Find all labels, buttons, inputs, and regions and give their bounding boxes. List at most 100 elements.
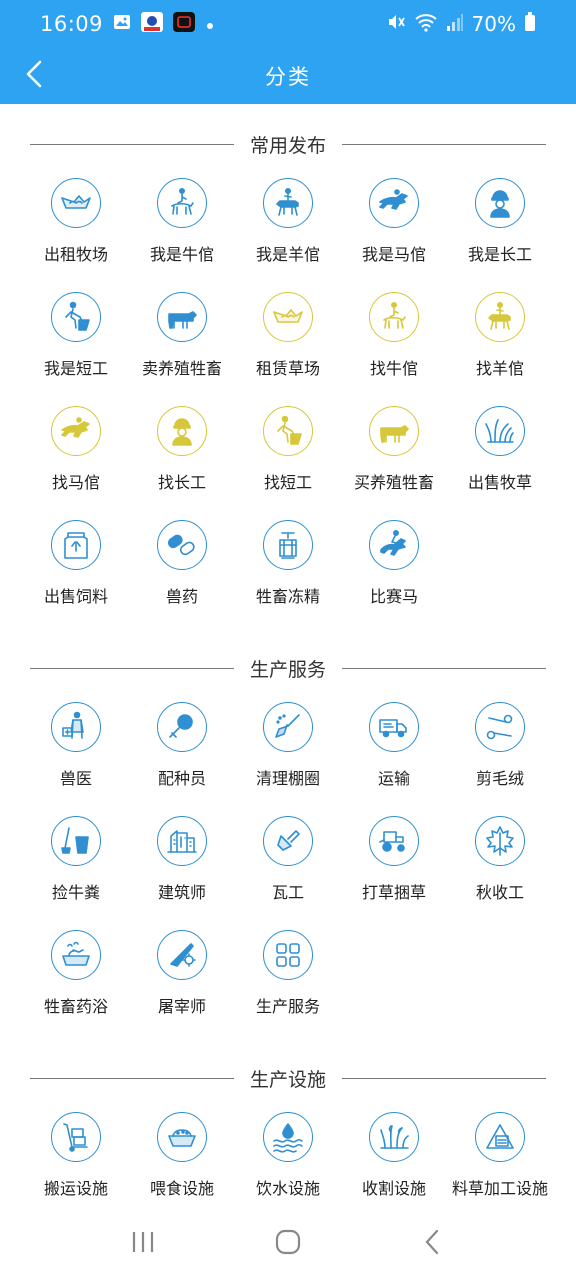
- category-item[interactable]: 牲畜药浴: [23, 924, 129, 1038]
- category-label: 牲畜药浴: [43, 997, 108, 1016]
- category-item[interactable]: 建筑师: [129, 810, 235, 924]
- section: 生产设施 搬运设施 喂食设施 饮水设施 收割设施 料草加工设施: [0, 1058, 576, 1208]
- harvest-icon: [369, 1112, 419, 1162]
- status-bar: 16:09 70%: [0, 0, 576, 48]
- category-grid: 搬运设施 喂食设施 饮水设施 收割设施 料草加工设施: [0, 1106, 576, 1208]
- signal-icon: [446, 12, 464, 37]
- battery-level: 70%: [471, 12, 516, 36]
- category-item[interactable]: 牲畜冻精: [235, 514, 341, 628]
- pasture-icon: [263, 292, 313, 342]
- bath-icon: [51, 930, 101, 980]
- category-item[interactable]: 秋收工: [447, 810, 553, 924]
- feed-bag-icon: [51, 520, 101, 570]
- category-item[interactable]: 料草加工设施: [447, 1106, 553, 1208]
- section: 生产服务 兽医 配种员 清理棚圈 运输 剪毛绒 捡牛粪 建筑师 瓦工 打草捆草 …: [0, 648, 576, 1038]
- category-item[interactable]: 剪毛绒: [447, 696, 553, 810]
- recent-apps-button[interactable]: [113, 1214, 173, 1274]
- category-item[interactable]: 兽医: [23, 696, 129, 810]
- gallery-icon: [113, 12, 131, 36]
- category-item[interactable]: 找马倌: [23, 400, 129, 514]
- status-time: 16:09: [40, 12, 104, 36]
- category-label: 清理棚圈: [255, 769, 320, 788]
- section-title: 生产服务: [250, 658, 327, 681]
- category-item[interactable]: 我是长工: [447, 172, 553, 286]
- category-item[interactable]: 喂食设施: [129, 1106, 235, 1208]
- chevron-left-icon: [23, 59, 45, 93]
- worker-icon: [157, 406, 207, 456]
- category-item[interactable]: 我是短工: [23, 286, 129, 400]
- category-item[interactable]: 找长工: [129, 400, 235, 514]
- divider: [342, 667, 547, 669]
- category-item[interactable]: 租赁草场: [235, 286, 341, 400]
- category-item[interactable]: 我是羊倌: [235, 172, 341, 286]
- category-label: 我是长工: [467, 245, 532, 264]
- wifi-icon: [414, 12, 438, 37]
- recent-apps-icon: [129, 1229, 157, 1259]
- page-title: 分类: [265, 65, 311, 89]
- category-item[interactable]: 饮水设施: [235, 1106, 341, 1208]
- category-label: 出租牧场: [43, 245, 108, 264]
- category-grid: 兽医 配种员 清理棚圈 运输 剪毛绒 捡牛粪 建筑师 瓦工 打草捆草 秋收工 牲…: [0, 696, 576, 1038]
- category-item[interactable]: 我是牛倌: [129, 172, 235, 286]
- back-button[interactable]: [14, 56, 54, 96]
- category-item[interactable]: 瓦工: [235, 810, 341, 924]
- category-item[interactable]: 配种员: [129, 696, 235, 810]
- category-item[interactable]: 找牛倌: [341, 286, 447, 400]
- broom-icon: [263, 702, 313, 752]
- section: 常用发布 出租牧场 我是牛倌 我是羊倌 我是马倌 我是长工 我是短工 卖养殖牲畜…: [0, 124, 576, 628]
- category-item[interactable]: 清理棚圈: [235, 696, 341, 810]
- category-item[interactable]: 运输: [341, 696, 447, 810]
- grid-icon: [263, 930, 313, 980]
- category-item[interactable]: 兽药: [129, 514, 235, 628]
- category-label: 我是马倌: [361, 245, 426, 264]
- screen-record-icon: [173, 11, 196, 37]
- category-label: 我是短工: [43, 359, 108, 378]
- category-item[interactable]: 搬运设施: [23, 1106, 129, 1208]
- category-label: 租赁草场: [255, 359, 320, 378]
- system-back-button[interactable]: [403, 1214, 463, 1274]
- bucket-icon: [51, 816, 101, 866]
- category-item[interactable]: 出售饲料: [23, 514, 129, 628]
- category-label: 我是羊倌: [255, 245, 320, 264]
- category-label: 瓦工: [271, 883, 304, 902]
- category-label: 喂食设施: [149, 1179, 214, 1198]
- category-item[interactable]: 出租牧场: [23, 172, 129, 286]
- category-item[interactable]: 买养殖牲畜: [341, 400, 447, 514]
- digger-icon: [51, 292, 101, 342]
- breeder-icon: [157, 702, 207, 752]
- category-label: 搬运设施: [43, 1179, 108, 1198]
- category-item[interactable]: 比赛马: [341, 514, 447, 628]
- category-item[interactable]: 收割设施: [341, 1106, 447, 1208]
- section-title: 生产设施: [250, 1068, 327, 1091]
- category-label: 屠宰师: [157, 997, 206, 1016]
- category-label: 打草捆草: [361, 883, 426, 902]
- truck-icon: [369, 702, 419, 752]
- category-item[interactable]: 找羊倌: [447, 286, 553, 400]
- category-item[interactable]: 捡牛粪: [23, 810, 129, 924]
- knife-icon: [157, 930, 207, 980]
- divider: [30, 667, 234, 669]
- home-button[interactable]: [258, 1214, 318, 1274]
- leaf-icon: [475, 816, 525, 866]
- section-header: 常用发布: [0, 124, 576, 164]
- category-item[interactable]: 打草捆草: [341, 810, 447, 924]
- category-item[interactable]: 出售牧草: [447, 400, 553, 514]
- category-item[interactable]: 生产服务: [235, 924, 341, 1038]
- water-icon: [263, 1112, 313, 1162]
- category-label: 捡牛粪: [51, 883, 100, 902]
- cow-icon: [157, 292, 207, 342]
- category-label: 生产服务: [255, 997, 320, 1016]
- category-label: 饮水设施: [255, 1179, 320, 1198]
- horseback-icon: [475, 292, 525, 342]
- category-label: 料草加工设施: [451, 1179, 548, 1198]
- category-label: 兽医: [59, 769, 92, 788]
- category-item[interactable]: 屠宰师: [129, 924, 235, 1038]
- category-list[interactable]: 常用发布 出租牧场 我是牛倌 我是羊倌 我是马倌 我是长工 我是短工 卖养殖牲畜…: [0, 104, 576, 1208]
- category-label: 找长工: [157, 473, 206, 492]
- grass-icon: [475, 406, 525, 456]
- category-item[interactable]: 卖养殖牲畜: [129, 286, 235, 400]
- category-item[interactable]: 我是马倌: [341, 172, 447, 286]
- category-label: 牲畜冻精: [255, 587, 320, 606]
- worker-icon: [475, 178, 525, 228]
- category-item[interactable]: 找短工: [235, 400, 341, 514]
